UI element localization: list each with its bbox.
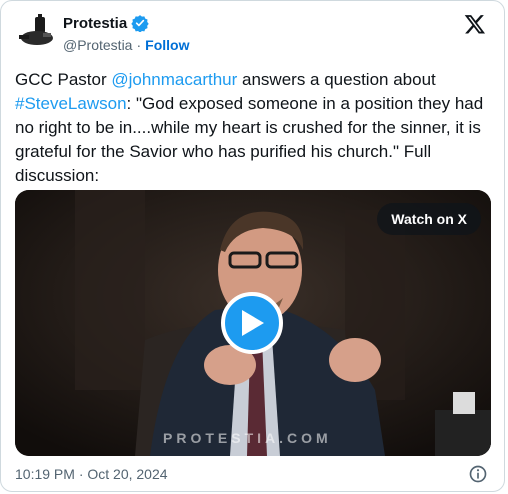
hashtag-link[interactable]: #SteveLawson xyxy=(15,94,127,113)
info-icon[interactable] xyxy=(468,464,488,484)
video-watermark: PROTESTIA.COM xyxy=(163,430,332,446)
tweet-text: GCC Pastor @johnmacarthur answers a ques… xyxy=(15,68,493,188)
author-name[interactable]: Protestia xyxy=(63,15,127,32)
author-handle-row: @Protestia · Follow xyxy=(63,37,189,53)
timestamp[interactable]: 10:19 PM · Oct 20, 2024 xyxy=(15,466,168,482)
play-icon xyxy=(242,310,264,336)
verified-badge-icon xyxy=(131,15,149,32)
video-player[interactable]: Watch on X PROTESTIA.COM xyxy=(15,190,491,456)
author-name-row: Protestia xyxy=(63,14,149,32)
tweet-text-part-1: GCC Pastor xyxy=(15,70,112,89)
watch-on-x-button[interactable]: Watch on X xyxy=(377,203,481,235)
tweet-header: Protestia @Protestia · Follow xyxy=(15,11,490,59)
x-logo-icon[interactable] xyxy=(464,13,486,35)
tweet-footer: 10:19 PM · Oct 20, 2024 xyxy=(15,464,488,486)
tweet-text-part-2: answers a question about xyxy=(237,70,436,89)
avatar[interactable] xyxy=(15,11,55,51)
follow-button[interactable]: Follow xyxy=(145,37,189,53)
author-handle[interactable]: @Protestia xyxy=(63,37,132,53)
mention-link[interactable]: @johnmacarthur xyxy=(111,70,237,89)
play-button[interactable] xyxy=(221,292,283,354)
tweet-card[interactable]: Protestia @Protestia · Follow GCC Pastor… xyxy=(0,0,505,492)
protestia-logo-icon xyxy=(19,14,53,45)
separator-dot: · xyxy=(136,37,142,53)
